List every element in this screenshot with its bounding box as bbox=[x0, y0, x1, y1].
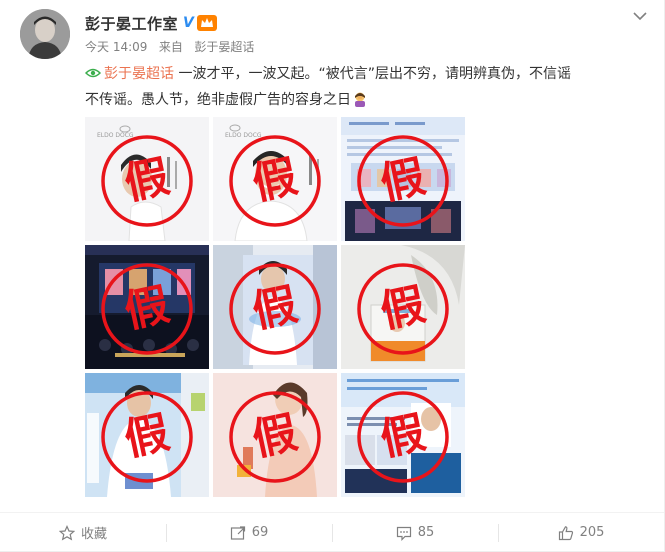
fake-stamp-char: 假 bbox=[120, 151, 174, 210]
post-source[interactable]: 彭于晏超话 bbox=[194, 40, 254, 54]
topic-label: 彭于晏超话 bbox=[104, 66, 174, 82]
verified-badge: V bbox=[183, 15, 194, 31]
like-button[interactable]: 205 bbox=[498, 513, 664, 552]
comment-count: 85 bbox=[417, 525, 435, 540]
fake-stamp: 假 bbox=[229, 263, 321, 355]
action-bar: 收藏 69 85 205 bbox=[0, 513, 664, 552]
comment-icon bbox=[396, 526, 411, 541]
comment-button[interactable]: 85 bbox=[332, 513, 498, 552]
fake-stamp: 假 bbox=[101, 263, 193, 355]
like-count: 205 bbox=[579, 525, 605, 540]
post-text-line2: 不传谣。愚人节，绝非虚假广告的容身之日 bbox=[85, 92, 351, 108]
facepalm-emoji bbox=[352, 91, 368, 107]
post-text-line1: 一波才平，一波又起。“被代言”层出不穷，请明辨真伪，不信谣 bbox=[174, 66, 571, 82]
star-icon bbox=[58, 524, 75, 541]
chevron-down-icon[interactable] bbox=[632, 8, 648, 22]
repost-icon bbox=[230, 525, 245, 540]
fake-stamp: 假 bbox=[357, 391, 449, 483]
author-row: 彭于晏工作室 V bbox=[85, 12, 217, 34]
fake-stamp: 假 bbox=[229, 135, 321, 227]
fake-stamp-char: 假 bbox=[248, 407, 302, 466]
avatar[interactable] bbox=[20, 9, 70, 59]
fake-stamp: 假 bbox=[229, 391, 321, 483]
repost-count: 69 bbox=[251, 525, 269, 540]
fake-stamp-char: 假 bbox=[376, 151, 430, 210]
fake-stamp-char: 假 bbox=[248, 151, 302, 210]
weibo-post-card: 彭于晏工作室 V 今天 14:09 来自 彭于晏超话 彭于晏超话 一波才平，一波… bbox=[0, 0, 665, 552]
post-time[interactable]: 今天 14:09 bbox=[85, 40, 147, 54]
fake-stamp-char: 假 bbox=[248, 279, 302, 338]
fake-stamp-char: 假 bbox=[376, 407, 430, 466]
post-meta: 今天 14:09 来自 彭于晏超话 bbox=[85, 38, 254, 55]
image-grid: ELDO DOCG ELDO DOCG 假 假 假 假 假 假 假 假 假 bbox=[85, 117, 465, 497]
vip-crown-icon bbox=[196, 15, 217, 31]
thumbs-up-icon bbox=[558, 525, 573, 540]
author-name[interactable]: 彭于晏工作室 bbox=[85, 13, 178, 34]
fake-stamp-char: 假 bbox=[376, 279, 430, 338]
fake-stamp: 假 bbox=[357, 263, 449, 355]
favorite-label: 收藏 bbox=[80, 527, 107, 542]
fake-stamp: 假 bbox=[101, 135, 193, 227]
post-text: 彭于晏超话 一波才平，一波又起。“被代言”层出不穷，请明辨真伪，不信谣不传谣。愚… bbox=[84, 62, 645, 112]
fake-stamp: 假 bbox=[357, 135, 449, 227]
favorite-button[interactable]: 收藏 bbox=[0, 513, 166, 552]
fake-stamp: 假 bbox=[101, 391, 193, 483]
from-label: 来自 bbox=[158, 40, 183, 54]
topic-icon bbox=[84, 64, 102, 88]
topic-link[interactable]: 彭于晏超话 bbox=[84, 66, 174, 82]
repost-button[interactable]: 69 bbox=[166, 513, 332, 552]
fake-stamp-char: 假 bbox=[120, 407, 174, 466]
fake-stamp-char: 假 bbox=[120, 279, 174, 338]
